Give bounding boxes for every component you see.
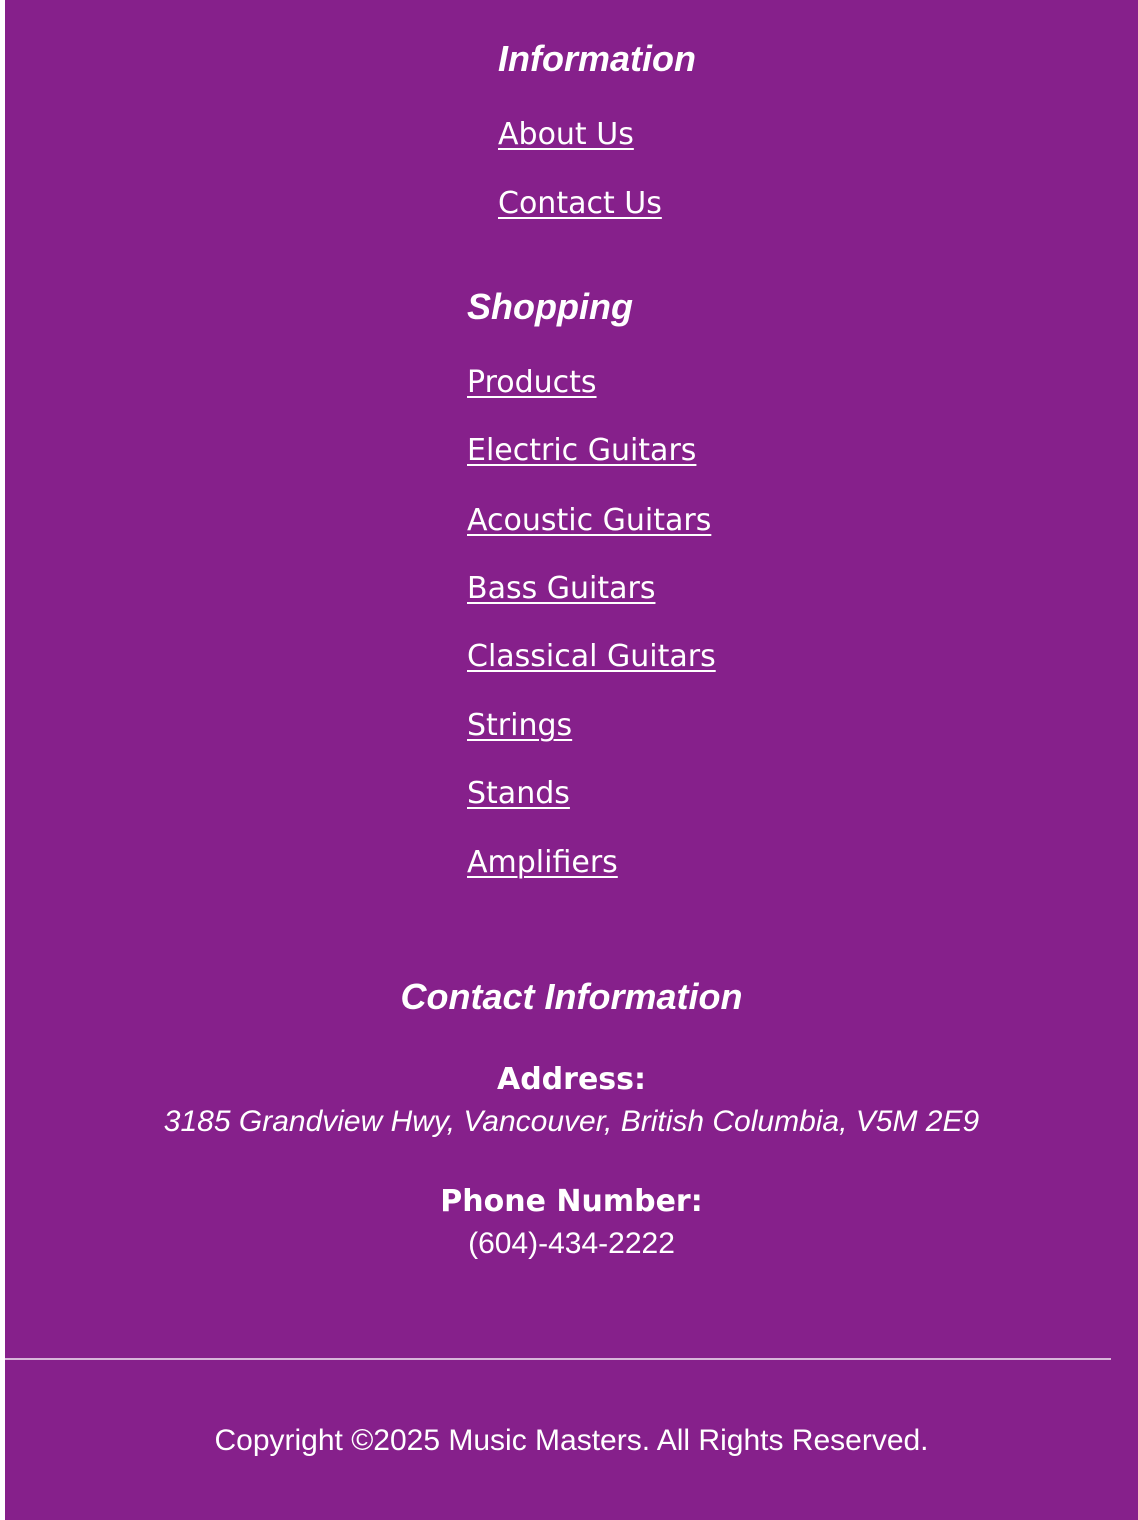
address-text: 3185 Grandview Hwy, Vancouver, British C… (163, 1105, 980, 1138)
stands-link[interactable]: Stands (467, 779, 570, 809)
amplifiers-link[interactable]: Amplifiers (467, 848, 618, 878)
site-footer: Information About Us Contact Us Shopping… (5, 0, 1138, 1520)
contact-information-heading: Contact Information (400, 976, 743, 1017)
bass-guitars-link[interactable]: Bass Guitars (467, 574, 655, 604)
shopping-heading: Shopping (467, 286, 633, 327)
strings-link[interactable]: Strings (467, 711, 572, 741)
phone-block: Phone Number: (604)-434-2222 (5, 1187, 1138, 1259)
phone-number: (604)-434-2222 (468, 1227, 675, 1260)
contact-us-link[interactable]: Contact Us (498, 189, 662, 219)
address-block: Address: 3185 Grandview Hwy, Vancouver, … (5, 1065, 1138, 1137)
about-us-link[interactable]: About Us (498, 120, 634, 150)
electric-guitars-link[interactable]: Electric Guitars (467, 436, 696, 466)
address-label: Address: (496, 1062, 647, 1097)
classical-guitars-link[interactable]: Classical Guitars (467, 642, 716, 672)
phone-label: Phone Number: (440, 1184, 703, 1219)
copyright-text: Copyright ©2025 Music Masters. All Right… (214, 1424, 929, 1457)
acoustic-guitars-link[interactable]: Acoustic Guitars (467, 506, 711, 536)
footer-divider (5, 1358, 1111, 1360)
information-heading: Information (498, 38, 696, 79)
products-link[interactable]: Products (467, 368, 597, 398)
